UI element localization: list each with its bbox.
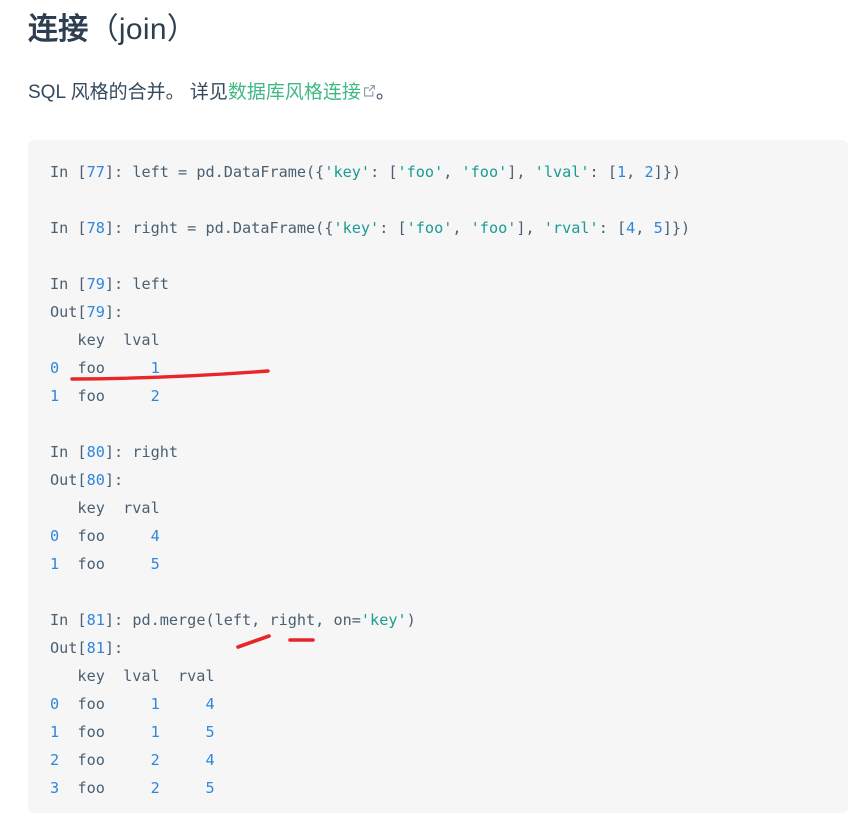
external-link-icon [363,84,376,97]
code-line-gap-3 [50,410,848,438]
code-line-out-79-r0: 0 foo 1 [50,359,160,377]
database-style-join-link[interactable]: 数据库风格连接 [228,82,361,103]
code-line-out-81-r0: 0 foo 1 4 [50,695,215,713]
code-content: In [77]: left = pd.DataFrame({'key': ['f… [28,140,848,813]
code-line-out-81-r2: 2 foo 2 4 [50,751,215,769]
page-title-cjk: 连接 [28,13,89,46]
code-line-out-79-r1: 1 foo 2 [50,387,160,405]
code-line-out-80-head: key rval [50,499,160,517]
code-line-out-81-r3: 3 foo 2 5 [50,779,215,797]
code-line-out-81: Out[81]: [50,639,124,657]
code-line-in-79: In [79]: left [50,275,169,293]
code-line-out-80-r1: 1 foo 5 [50,555,160,573]
code-line-out-80-r0: 0 foo 4 [50,527,160,545]
code-line-out-79: Out[79]: [50,303,124,321]
page-title: 连接（join） [28,8,197,52]
intro-paragraph: SQL 风格的合并。 详见数据库风格连接。 [28,78,395,108]
code-line-in-80: In [80]: right [50,443,179,461]
link-label: 数据库风格连接 [227,82,361,103]
code-line-gap-1 [50,186,848,214]
code-line-out-81-r1: 1 foo 1 5 [50,723,215,741]
code-line-out-80: Out[80]: [50,471,124,489]
code-line-in-77: In [77]: left = pd.DataFrame({'key': ['f… [50,163,682,181]
code-line-gap-2 [50,242,848,270]
intro-text-before: SQL 风格的合并。 详见 [28,82,228,103]
documentation-page: 连接（join） SQL 风格的合并。 详见数据库风格连接。 In [77]: … [0,0,848,826]
code-line-in-81: In [81]: pd.merge(left, right, on='key') [50,611,416,629]
intro-text-after: 。 [375,82,395,103]
code-line-gap-4 [50,578,848,606]
code-line-out-81-head: key lval rval [50,667,215,685]
code-line-in-78: In [78]: right = pd.DataFrame({'key': ['… [50,219,691,237]
page-title-latin: （join） [88,13,198,46]
code-block[interactable]: In [77]: left = pd.DataFrame({'key': ['f… [28,140,848,813]
code-line-out-79-head: key lval [50,331,160,349]
